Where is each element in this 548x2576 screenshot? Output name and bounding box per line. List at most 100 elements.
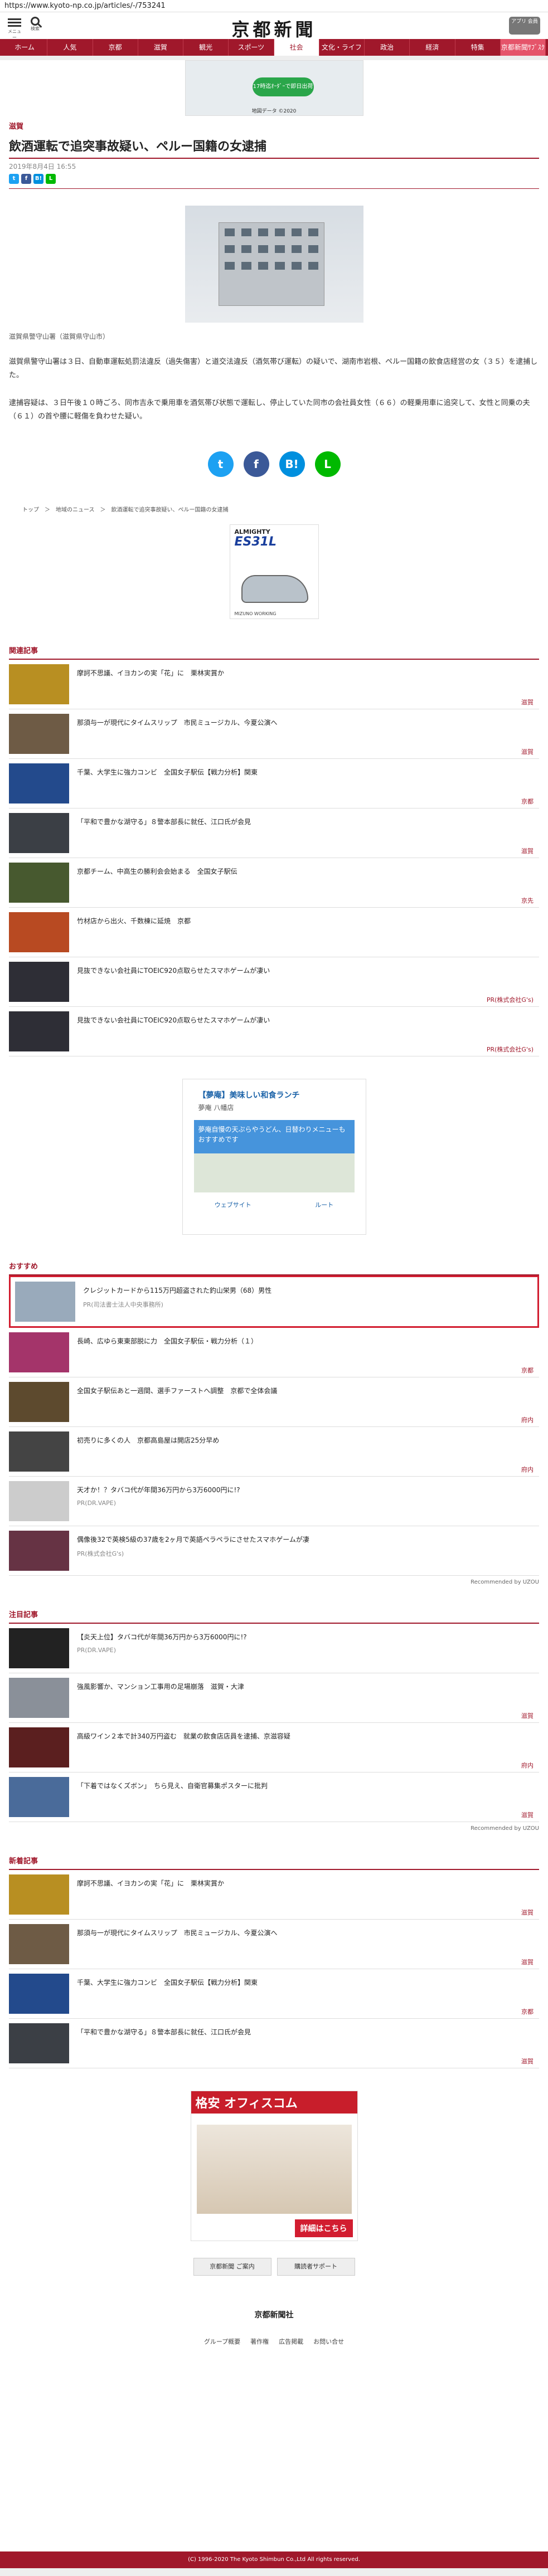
footer-guide-button[interactable]: 京都新聞 ご案内 [193, 2258, 271, 2276]
item-title: 竹材店から出火、千数棟に延焼 京都 [77, 917, 191, 925]
nav-item[interactable]: スポーツ [229, 39, 274, 56]
hatena-icon[interactable]: B! [33, 174, 43, 184]
notice-list: 【炎天上位】タバコ代が年間36万円から3万6000円に!? PR(DR.VAPE)… [0, 1624, 548, 1822]
list-item[interactable]: 天才か！？タバコ代が年間36万円から3万6000円に!? PR(DR.VAPE) [9, 1477, 539, 1526]
list-item[interactable]: 京都チーム、中高生の勝利会会始まる 全国女子駅伝 京先 [9, 858, 539, 908]
nav-item[interactable]: 経済 [410, 39, 455, 56]
nav-item[interactable]: 京都 [93, 39, 138, 56]
map-ad-map[interactable] [193, 1153, 355, 1192]
footer-link[interactable]: お問い合せ [313, 2337, 344, 2346]
list-item[interactable]: 「平和で豊かな湖守る」８警本部長に就任、江口氏が会見 滋賀 [9, 809, 539, 858]
nav-item[interactable]: 京都新聞ｻﾌﾞｽｸ [500, 39, 546, 56]
list-item[interactable]: 全国女子駅伝あと一週間、選手ファーストへ調整 京都で全体会議 府内 [9, 1377, 539, 1427]
item-pr: PR(DR.VAPE) [77, 1647, 117, 1654]
list-item[interactable]: 【炎天上位】タバコ代が年間36万円から3万6000円に!? PR(DR.VAPE) [9, 1624, 539, 1673]
item-title: 那須与一が現代にタイムスリップ 市民ミュージカル、今夏公演へ [77, 719, 278, 727]
item-title: 見抜できない会社員にTOEIC920点取らせたスマホゲームが凄い [77, 1016, 270, 1024]
list-item[interactable]: 那須与一が現代にタイムスリップ 市民ミュージカル、今夏公演へ滋賀 [9, 709, 539, 759]
new-heading: 新着記事 [9, 1852, 539, 1870]
list-item[interactable]: 見抜できない会社員にTOEIC920点取らせたスマホゲームが凄い PR(株式会社G… [9, 957, 539, 1007]
item-thumbnail [9, 1874, 69, 1915]
article-photo [185, 206, 363, 323]
list-item[interactable]: 長崎、広ゆら東東部脱に力 全国女子駅伝・戦力分析（１） 京都 [9, 1328, 539, 1377]
line-icon[interactable]: L [46, 174, 56, 184]
item-tag: 府内 [521, 1762, 534, 1769]
line-share-icon[interactable]: L [314, 451, 341, 477]
footer-link[interactable]: 著作権 [250, 2337, 269, 2346]
map-ad-route-button[interactable]: ルート [315, 1200, 333, 1209]
list-item[interactable]: 千葉、大学生に強力コンビ 全国女子駅伝【戦力分析】関東 京都 [9, 759, 539, 809]
list-item[interactable]: 千葉、大学生に強力コンビ 全国女子駅伝【戦力分析】関東 京都 [9, 1969, 539, 2019]
related-heading: 関連記事 [9, 641, 539, 660]
nav-item[interactable]: 政治 [365, 39, 410, 56]
url-bar[interactable]: https://www.kyoto-np.co.jp/articles/-/75… [0, 0, 548, 12]
ad-banner-top[interactable]: 17時迄ｵｰﾀﾞｰで即日出荷 地図データ ©2020 [185, 60, 363, 116]
item-title: 【炎天上位】タバコ代が年間36万円から3万6000円に!? [77, 1633, 247, 1641]
office-ad[interactable]: 格安 オフィスコム 詳細はこちら [190, 2091, 358, 2241]
shoe-ad-model: ES31L [234, 535, 277, 549]
hatena-share-icon[interactable]: B! [279, 451, 305, 477]
new-list: 摩訶不思議、イヨカンの実「花」に 栗林実賞か 滋賀 那須与一が現代にタイムスリップ … [0, 1870, 548, 2068]
ad-top-button[interactable]: 17時迄ｵｰﾀﾞｰで即日出荷 [252, 77, 314, 96]
list-item[interactable]: 初売りに多くの人 京都高島屋は開店25分早め 府内 [9, 1427, 539, 1477]
item-thumbnail [9, 1628, 69, 1668]
footer-link[interactable]: グループ概要 [204, 2337, 240, 2346]
shoe-ad[interactable]: ALMIGHTY ES31L MIZUNO WORKING [229, 524, 319, 619]
nav-item[interactable]: ホーム [2, 39, 48, 56]
map-ad-title: 【夢庵】美味しい和食ランチ [198, 1091, 300, 1100]
uzou-credit[interactable]: Recommended by UZOU [9, 1579, 539, 1585]
item-thumbnail [9, 1974, 69, 2014]
item-thumbnail [9, 714, 69, 754]
list-item[interactable]: 見抜できない会社員にTOEIC920点取らせたスマホゲームが凄い PR(株式会社G… [9, 1007, 539, 1056]
list-item[interactable]: 偶像後32で英検5級の37歳を2ヶ月で英語ペラペラにさせたスマホゲームが凄 PR(… [9, 1526, 539, 1576]
facebook-icon[interactable]: f [21, 174, 31, 184]
map-ad-website-button[interactable]: ウェブサイト [215, 1200, 251, 1209]
footer-logo[interactable]: 京都新聞社 [0, 2309, 548, 2320]
map-ad-promo: 夢庵自慢の天ぷらやうどん、日替わりメニューもおすすめです [193, 1120, 355, 1153]
list-item[interactable]: 「下着ではなくズボン」 ちら見え、自衛官募集ポスターに批判 滋賀 [9, 1772, 539, 1822]
footer-support-button[interactable]: 購読者サポート [277, 2258, 355, 2276]
recommended-list: クレジットカードから115万円超盗された釣山栄男（68）男性 PR(司法書士法人中… [0, 1275, 548, 1576]
footer-link[interactable]: 広告掲載 [279, 2337, 303, 2346]
related-list: 摩訶不思議、イヨカンの実「花」に 栗林実賞か 滋賀 那須与一が現代にタイムスリップ … [0, 660, 548, 1056]
share-row-large: t f B! L [0, 451, 548, 477]
twitter-icon[interactable]: t [9, 174, 19, 184]
list-item[interactable]: 摩訶不思議、イヨカンの実「花」に 栗林実賞か 滋賀 [9, 660, 539, 709]
nav-item[interactable]: 社会 [274, 39, 319, 56]
app-member-button[interactable]: アプリ 会員 [509, 17, 540, 35]
list-item[interactable]: 高級ワイン２本で計340万円盗む 就業の飲食店店員を逮捕、京滋容疑 府内 [9, 1723, 539, 1772]
twitter-share-icon[interactable]: t [207, 451, 234, 477]
article-category[interactable]: 滋賀 [0, 116, 548, 131]
item-thumbnail [9, 1531, 69, 1571]
item-title: 「平和で豊かな湖守る」８警本部長に就任、江口氏が会見 [77, 2028, 251, 2036]
item-title: 摩訶不思議、イヨカンの実「花」に 栗林実賞か [77, 1879, 225, 1887]
item-thumbnail [9, 763, 69, 804]
article-title: 飲酒運転で追突事故疑い、ペルー国籍の女逮捕 [9, 140, 267, 154]
facebook-share-icon[interactable]: f [243, 451, 269, 477]
ad-top-caption: 地図データ ©2020 [251, 109, 297, 114]
item-title: 京都チーム、中高生の勝利会会始まる 全国女子駅伝 [77, 868, 237, 875]
list-item[interactable]: 竹材店から出火、千数棟に延焼 京都 [9, 908, 539, 957]
item-thumbnail [9, 664, 69, 704]
map-ad[interactable]: 【夢庵】美味しい和食ランチ 夢庵 八幡店 夢庵自慢の天ぷらやうどん、日替わりメニ… [182, 1079, 366, 1235]
list-item[interactable]: クレジットカードから115万円超盗された釣山栄男（68）男性 PR(司法書士法人中… [9, 1275, 539, 1328]
item-thumbnail [9, 1678, 69, 1718]
nav-item[interactable]: 特集 [455, 39, 501, 56]
item-tag: 滋賀 [521, 748, 534, 756]
breadcrumb[interactable]: トップ ＞ 地域のニュース ＞ 飲酒運転で追突事故疑い、ペルー国籍の女逮捕 [22, 505, 548, 513]
nav-item[interactable]: 文化・ライフ [319, 39, 365, 56]
nav-item[interactable]: 人気 [47, 39, 93, 56]
list-item[interactable]: 摩訶不思議、イヨカンの実「花」に 栗林実賞か 滋賀 [9, 1870, 539, 1920]
nav-item[interactable]: 観光 [183, 39, 229, 56]
nav-item[interactable]: 滋賀 [138, 39, 183, 56]
item-tag: 京都 [521, 798, 534, 805]
office-ad-cta[interactable]: 詳細はこちら [294, 2219, 353, 2237]
item-tag: 滋賀 [521, 699, 534, 706]
list-item[interactable]: 「平和で豊かな湖守る」８警本部長に就任、江口氏が会見 滋賀 [9, 2019, 539, 2068]
item-thumbnail [9, 962, 69, 1002]
list-item[interactable]: 那須与一が現代にタイムスリップ 市民ミュージカル、今夏公演へ 滋賀 [9, 1920, 539, 1969]
list-item[interactable]: 強風影響か、マンション工事用の足場崩落 滋賀・大津 滋賀 [9, 1673, 539, 1723]
uzou-credit-2[interactable]: Recommended by UZOU [9, 1825, 539, 1832]
site-logo[interactable]: 京都新聞 [0, 16, 548, 41]
notice-heading: 注目記事 [9, 1605, 539, 1624]
